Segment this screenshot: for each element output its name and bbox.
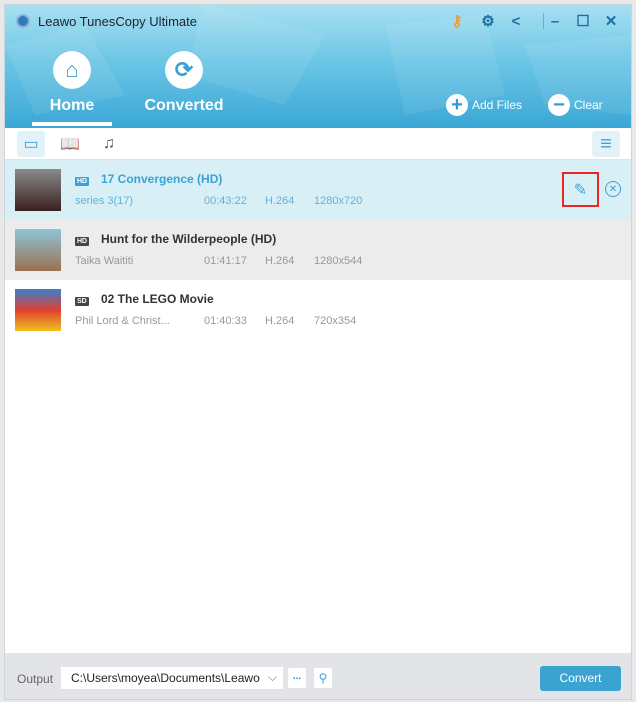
share-icon[interactable]: < xyxy=(506,11,526,31)
add-files-label: Add Files xyxy=(472,98,523,112)
list-item[interactable]: HD 17 Convergence (HD) series 3(17) 00:4… xyxy=(5,160,631,220)
add-files-button[interactable]: + Add Files xyxy=(446,94,522,116)
clear-label: Clear xyxy=(574,98,603,112)
video-thumbnail xyxy=(15,289,61,331)
list-item[interactable]: SD 02 The LEGO Movie Phil Lord & Christ.… xyxy=(5,280,631,340)
video-codec: H.264 xyxy=(265,315,295,327)
ibook-filter-icon[interactable]: 📖 xyxy=(56,131,84,157)
divider xyxy=(543,13,544,29)
tab-home[interactable]: ⌂ Home xyxy=(42,51,102,115)
chevron-down-icon: ⌵ xyxy=(267,670,277,684)
video-artist: Phil Lord & Christ... xyxy=(75,315,170,327)
video-title: 17 Convergence (HD) xyxy=(101,172,223,186)
minus-icon: − xyxy=(548,94,570,116)
app-logo-icon xyxy=(16,14,30,28)
output-path-value: C:\Users\moyea\Documents\Leawo xyxy=(71,671,260,685)
edit-icon[interactable]: ✎ xyxy=(562,172,599,207)
video-codec: H.264 xyxy=(265,255,295,267)
search-icon[interactable]: ⚲ xyxy=(314,668,332,688)
header: Leawo TunesCopy Ultimate ⚷ ⚙ < – ☐ ✕ ⌂ H… xyxy=(5,5,631,128)
video-thumbnail xyxy=(15,169,61,211)
maximize-button[interactable]: ☐ xyxy=(573,11,593,31)
key-icon[interactable]: ⚷ xyxy=(447,11,467,31)
video-title: 02 The LEGO Movie xyxy=(101,292,214,306)
music-filter-icon[interactable]: ♫ xyxy=(95,131,123,157)
close-button[interactable]: ✕ xyxy=(601,11,621,31)
app-window: Leawo TunesCopy Ultimate ⚷ ⚙ < – ☐ ✕ ⌂ H… xyxy=(4,4,632,700)
video-codec: H.264 xyxy=(265,195,295,207)
video-resolution: 1280x544 xyxy=(314,255,363,267)
video-title: Hunt for the Wilderpeople (HD) xyxy=(101,232,277,246)
menu-icon[interactable]: ≡ xyxy=(592,131,620,157)
video-artist: series 3(17) xyxy=(75,195,134,207)
footer: Output C:\Users\moyea\Documents\Leawo ⌵ … xyxy=(5,653,631,699)
convert-button[interactable]: Convert xyxy=(540,666,621,691)
tab-converted[interactable]: ⟳ Converted xyxy=(140,51,228,115)
video-duration: 00:43:22 xyxy=(204,195,247,207)
quality-badge: SD xyxy=(75,297,89,306)
tab-converted-label: Converted xyxy=(144,97,224,114)
plus-icon: + xyxy=(446,94,468,116)
quality-badge: HD xyxy=(75,237,90,246)
video-resolution: 1280x720 xyxy=(314,195,363,207)
minimize-button[interactable]: – xyxy=(545,11,565,31)
app-title: Leawo TunesCopy Ultimate xyxy=(38,14,197,29)
quality-badge: HD xyxy=(75,177,90,186)
media-type-toolbar: ▭ 📖 ♫ ≡ xyxy=(5,128,631,160)
output-path-select[interactable]: C:\Users\moyea\Documents\Leawo ⌵ xyxy=(61,667,283,689)
refresh-icon: ⟳ xyxy=(165,51,203,89)
output-label: Output xyxy=(17,672,54,686)
home-icon: ⌂ xyxy=(53,51,91,89)
browse-button[interactable]: ... xyxy=(288,668,306,688)
clear-button[interactable]: − Clear xyxy=(548,94,603,116)
video-filter-icon[interactable]: ▭ xyxy=(17,131,45,157)
video-thumbnail xyxy=(15,229,61,271)
video-duration: 01:40:33 xyxy=(204,315,247,327)
active-tab-indicator xyxy=(32,122,112,126)
remove-icon[interactable]: ✕ xyxy=(605,181,621,197)
tab-home-label: Home xyxy=(49,97,95,114)
settings-gear-icon[interactable]: ⚙ xyxy=(478,11,498,31)
video-duration: 01:41:17 xyxy=(204,255,247,267)
list-item[interactable]: HD Hunt for the Wilderpeople (HD) Taika … xyxy=(5,220,631,280)
video-resolution: 720x354 xyxy=(314,315,357,327)
video-artist: Taika Waititi xyxy=(75,255,134,267)
